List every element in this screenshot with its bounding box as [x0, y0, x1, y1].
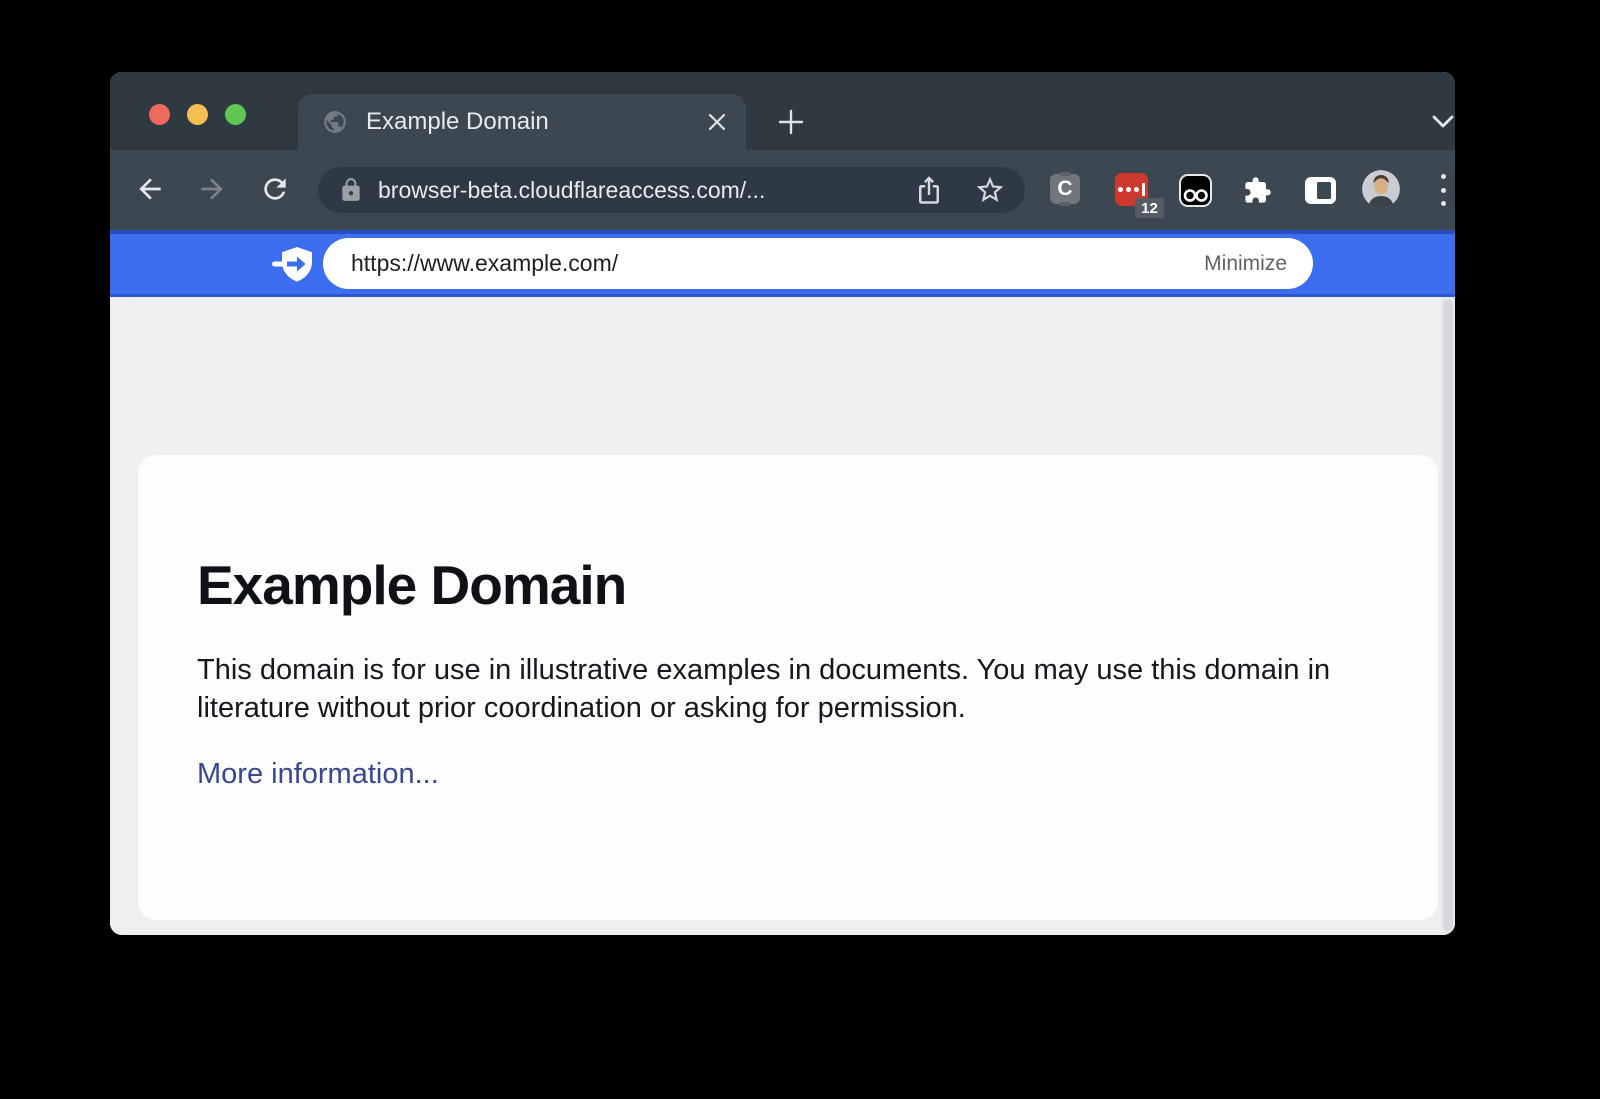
forward-arrow-icon[interactable] [196, 173, 228, 205]
more-information-link[interactable]: More information... [197, 758, 439, 791]
address-bar-url: browser-beta.cloudflareaccess.com/... [378, 177, 765, 204]
isolation-bar: https://www.example.com/ Minimize [110, 230, 1455, 297]
address-bar[interactable]: browser-beta.cloudflareaccess.com/... [318, 167, 1025, 213]
extension-c-label: C [1057, 177, 1072, 201]
tab-strip: Example Domain [110, 72, 1455, 150]
scrollbar-track [1441, 297, 1455, 935]
globe-icon [322, 109, 348, 135]
profile-avatar[interactable] [1362, 170, 1400, 208]
isolated-url-field[interactable]: https://www.example.com/ Minimize [323, 238, 1313, 289]
page-viewport: Example Domain This domain is for use in… [110, 297, 1455, 935]
share-icon[interactable] [914, 175, 944, 205]
extension-binoculars-icon[interactable] [1178, 173, 1213, 208]
tab-title: Example Domain [366, 108, 706, 136]
macos-minimize-button[interactable] [187, 104, 208, 125]
macos-zoom-button[interactable] [225, 104, 246, 125]
side-panel-icon[interactable] [1304, 176, 1337, 205]
shield-arrow-icon [272, 246, 314, 287]
extension-c-icon[interactable]: C [1050, 174, 1080, 204]
reload-icon[interactable] [259, 173, 291, 205]
tab-search-chevron-icon[interactable] [1423, 101, 1455, 141]
toolbar: browser-beta.cloudflareaccess.com/... C … [110, 150, 1455, 230]
page-body-text: This domain is for use in illustrative e… [197, 651, 1349, 727]
content-card: Example Domain This domain is for use in… [138, 455, 1438, 920]
lock-icon [338, 177, 364, 203]
star-icon[interactable] [974, 174, 1006, 206]
back-arrow-icon[interactable] [134, 173, 166, 205]
page-title: Example Domain [197, 553, 1378, 617]
extension-badge-count: 12 [1135, 198, 1164, 218]
minimize-button[interactable]: Minimize [1204, 252, 1287, 276]
isolated-url-text: https://www.example.com/ [351, 250, 618, 277]
scrollbar-thumb[interactable] [1443, 299, 1453, 931]
dots-bar-glyph [1118, 183, 1145, 196]
browser-window: Example Domain browser-beta.cloudflareac [110, 72, 1455, 935]
new-tab-button[interactable] [771, 102, 811, 142]
extensions-puzzle-icon[interactable] [1243, 176, 1272, 205]
tab-close-icon[interactable] [706, 111, 728, 133]
active-tab[interactable]: Example Domain [298, 94, 746, 150]
browser-menu-icon[interactable] [1433, 174, 1453, 206]
macos-close-button[interactable] [149, 104, 170, 125]
